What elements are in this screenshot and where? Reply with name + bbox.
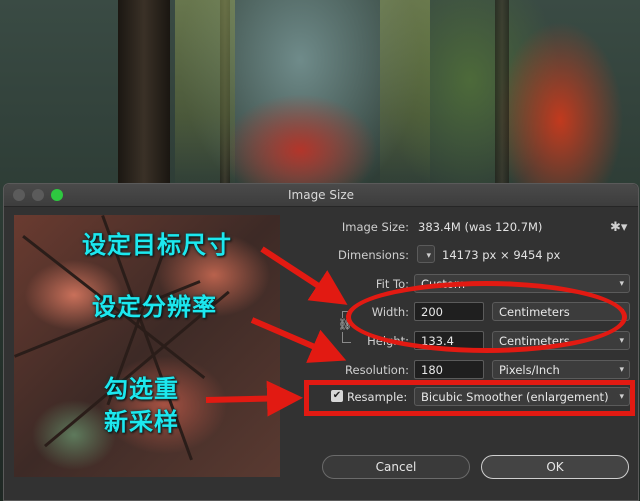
arrow-to-size-fields xyxy=(260,246,348,305)
arrow-to-resolution xyxy=(250,317,347,363)
arrow-to-resample xyxy=(205,380,303,417)
annotation-resample-line2: 新采样 xyxy=(104,408,179,436)
annotation-resample-line1: 勾选重 xyxy=(104,375,179,403)
annotation-resolution: 设定分辨率 xyxy=(92,293,217,321)
annotation-target-size: 设定目标尺寸 xyxy=(82,231,232,259)
